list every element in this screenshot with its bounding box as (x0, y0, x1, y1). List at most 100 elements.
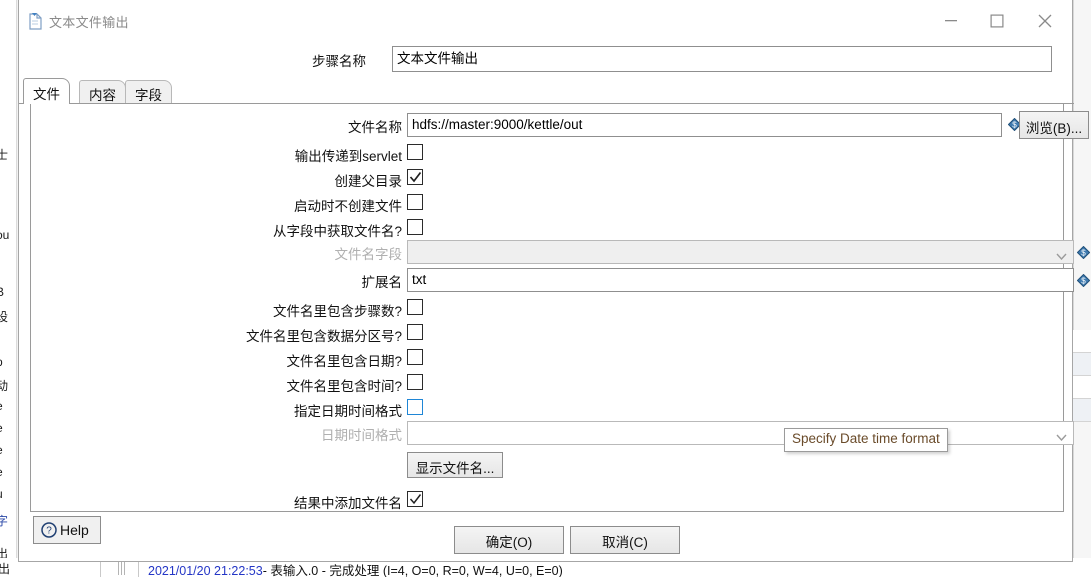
add-to-result-checkbox[interactable] (407, 491, 423, 507)
bg-fragment: ou (0, 228, 10, 242)
chevron-down-icon (1056, 430, 1067, 442)
filename-from-field-label: 从字段中获取文件名? (272, 224, 402, 239)
bg-fragment: 字 (0, 514, 9, 528)
date-time-format-label: 日期时间格式 (321, 428, 402, 443)
show-filenames-button[interactable]: 显示文件名... (407, 452, 503, 478)
help-button[interactable]: ? Help (33, 516, 101, 544)
column-grip[interactable] (118, 561, 128, 575)
bg-fragment: 出 (0, 562, 11, 576)
pass-to-servlet-checkbox[interactable] (407, 144, 423, 160)
pass-to-servlet-row: 输出传递到servlet (19, 142, 1074, 166)
specify-format-checkbox[interactable] (407, 399, 423, 415)
question-mark-icon: ? (41, 522, 57, 541)
include-date-checkbox[interactable] (407, 349, 423, 365)
filename-from-field-checkbox[interactable] (407, 219, 423, 235)
include-partnr-row: 文件名里包含数据分区号? (19, 322, 1074, 346)
include-partnr-label: 文件名里包含数据分区号? (245, 329, 402, 344)
bg-fragment: e (0, 465, 3, 479)
include-time-checkbox[interactable] (407, 374, 423, 390)
variable-icon[interactable]: $ (1076, 245, 1091, 260)
filename-row: 文件名称 hdfs://master:9000/kettle/out $ 浏览(… (19, 111, 1089, 139)
document-output-icon (27, 12, 43, 30)
help-label: Help (60, 522, 89, 538)
bg-fragment: 士 (0, 148, 9, 162)
bg-fragment: u (0, 487, 3, 501)
check-icon (409, 171, 422, 183)
bg-row (1073, 330, 1091, 353)
filename-field-label: 文件名字段 (334, 247, 403, 262)
step-name-label: 步骤名称 (312, 54, 366, 69)
tooltip: Specify Date time format (784, 428, 948, 452)
specify-format-label: 指定日期时间格式 (294, 404, 402, 419)
step-name-row: 步骤名称 文本文件输出 (19, 44, 1072, 76)
background-right-gutter (1073, 0, 1091, 577)
svg-text:$: $ (1012, 121, 1017, 130)
log-message: - 表输入.0 - 完成处理 (I=4, O=0, R=0, W=4, U=0,… (262, 564, 563, 577)
bg-fragment: e (0, 399, 3, 413)
maximize-icon (990, 14, 1004, 28)
svg-text:?: ? (46, 526, 52, 537)
filename-input[interactable]: hdfs://master:9000/kettle/out (407, 113, 1002, 137)
bg-row (1073, 399, 1091, 422)
svg-text:$: $ (1081, 249, 1086, 258)
include-time-row: 文件名里包含时间? (19, 372, 1074, 396)
tab-fields[interactable]: 字段 (125, 80, 172, 104)
step-name-input[interactable]: 文本文件输出 (392, 46, 1052, 72)
log-timestamp: 2021/01/20 21:22:53 (148, 564, 263, 577)
text-file-output-dialog: 文本文件输出 步骤名称 文本文件输出 文件 内容 字段 文件名称 hdfs://… (18, 0, 1091, 562)
create-parent-folder-checkbox[interactable] (407, 169, 423, 185)
no-create-at-start-label: 启动时不创建文件 (294, 199, 402, 214)
bg-fragment: e (0, 443, 3, 457)
minimize-icon (945, 20, 957, 22)
minimize-button[interactable] (928, 0, 974, 42)
no-create-at-start-checkbox[interactable] (407, 194, 423, 210)
create-parent-folder-row: 创建父目录 (19, 167, 1074, 191)
bg-fragment: 动 (0, 379, 9, 393)
bg-fragment: p (0, 355, 3, 369)
bg-fragment: e (0, 421, 3, 435)
tab-file[interactable]: 文件 (23, 78, 70, 104)
bg-row (1073, 353, 1091, 376)
filename-field-row: 文件名字段 $ (19, 240, 1091, 264)
window-title: 文本文件输出 (49, 15, 129, 30)
maximize-button[interactable] (974, 0, 1020, 42)
variable-icon[interactable]: $ (1076, 273, 1091, 288)
pass-to-servlet-label: 输出传递到servlet (294, 149, 402, 164)
filename-label: 文件名称 (348, 120, 402, 135)
background-left-text-strip: 士 ou B 设 p 动 e e e e u 字 出 (0, 0, 16, 577)
filename-field-combo (407, 240, 1074, 264)
extension-input[interactable]: txt (407, 268, 1074, 292)
chevron-down-icon (1056, 249, 1067, 261)
check-icon (409, 494, 422, 505)
bg-fragment: 设 (0, 310, 9, 324)
browse-button[interactable]: 浏览(B)... (1019, 111, 1089, 139)
add-to-result-label: 结果中添加文件名 (294, 496, 402, 511)
include-stepnr-row: 文件名里包含步骤数? (19, 297, 1074, 321)
log-line: 2021/01/20 21:22:53- 表输入.0 - 完成处理 (I=4, … (148, 560, 563, 577)
extension-label: 扩展名 (361, 275, 403, 290)
cancel-button[interactable]: 取消(C) (570, 526, 680, 554)
close-icon (1038, 14, 1052, 28)
extension-row: 扩展名 txt $ (19, 268, 1091, 292)
include-stepnr-label: 文件名里包含步骤数? (272, 304, 402, 319)
ok-button[interactable]: 确定(O) (454, 526, 564, 554)
include-time-label: 文件名里包含时间? (286, 379, 402, 394)
filename-from-field-row: 从字段中获取文件名? (19, 217, 1074, 241)
create-parent-folder-label: 创建父目录 (334, 174, 403, 189)
close-button[interactable] (1022, 0, 1068, 42)
date-time-format-combo (407, 421, 1074, 445)
include-date-label: 文件名里包含日期? (286, 354, 402, 369)
include-stepnr-checkbox[interactable] (407, 299, 423, 315)
title-bar[interactable]: 文本文件输出 (19, 0, 1072, 43)
include-date-row: 文件名里包含日期? (19, 347, 1074, 371)
specify-format-row: 指定日期时间格式 (19, 397, 1074, 421)
tab-strip: 文件 内容 字段 (19, 78, 1074, 104)
bg-row (1073, 376, 1091, 399)
no-create-at-start-row: 启动时不创建文件 (19, 192, 1074, 216)
background-right-rows (1073, 330, 1091, 450)
add-to-result-row: 结果中添加文件名 (19, 489, 1074, 513)
tab-content[interactable]: 内容 (79, 80, 126, 104)
svg-text:$: $ (1081, 277, 1086, 286)
bg-fragment: B (0, 285, 5, 299)
include-partnr-checkbox[interactable] (407, 324, 423, 340)
